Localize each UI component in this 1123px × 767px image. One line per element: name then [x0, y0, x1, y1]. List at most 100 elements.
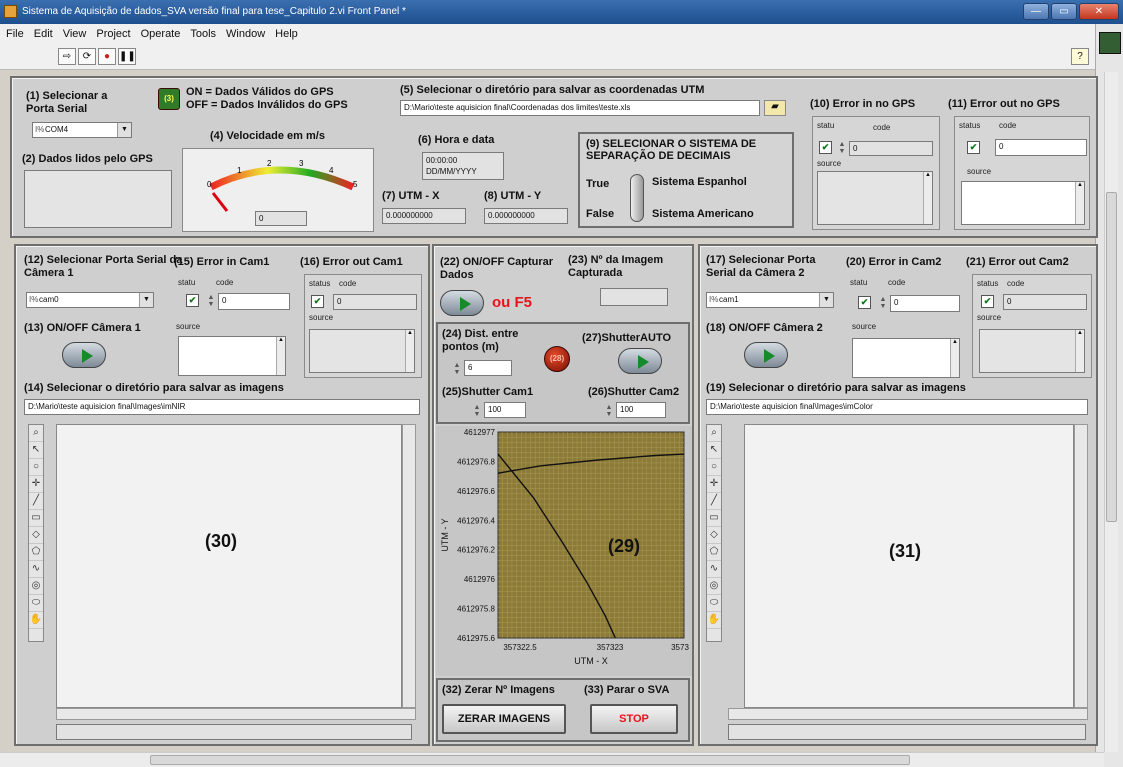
menu-project[interactable]: Project — [96, 24, 130, 44]
cam1-error-in-source[interactable]: ▲ — [178, 336, 286, 376]
gauge-tick: 0 — [207, 180, 212, 189]
gps-error-out-label: (11) Error out no GPS — [948, 98, 1060, 110]
run-icon[interactable]: ⇨ — [58, 48, 76, 65]
arrow-icon[interactable]: ↖ — [707, 442, 721, 459]
y-tick-label: 4612975.8 — [457, 605, 495, 614]
spin-icon[interactable]: ▲ ▼ — [837, 141, 847, 155]
cam2-onoff-button[interactable] — [744, 342, 788, 368]
status-check-icon[interactable]: ✔ — [819, 141, 832, 154]
rotated-rect-icon[interactable]: ◇ — [707, 527, 721, 544]
rect-icon[interactable]: ▭ — [29, 510, 43, 527]
freehand-icon[interactable]: ∿ — [29, 561, 43, 578]
shutter1-input[interactable]: 100 — [484, 402, 526, 418]
utm-dir-path[interactable]: D:\Mario\teste aquisicion final\Coordena… — [400, 100, 760, 116]
source-scrollbar[interactable]: ▲ — [1075, 182, 1084, 224]
chevron-down-icon[interactable]: ▼ — [139, 293, 153, 307]
vi-icon[interactable] — [1099, 32, 1121, 54]
cam1-dir-path[interactable]: D:\Mario\teste aquisicion final\Images\i… — [24, 399, 420, 415]
rect-icon[interactable]: ▭ — [707, 510, 721, 527]
abort-icon[interactable]: ● — [98, 48, 116, 65]
line-icon[interactable]: ╱ — [29, 493, 43, 510]
circle-icon[interactable]: ○ — [707, 459, 721, 476]
oval-icon[interactable]: ⬭ — [707, 595, 721, 612]
arrow-icon[interactable]: ↖ — [29, 442, 43, 459]
cam2-image-id: (31) — [889, 541, 922, 561]
source-text[interactable]: ▲ — [817, 171, 933, 225]
source-label: source — [967, 167, 992, 176]
decimal-toggle-switch[interactable] — [630, 174, 644, 222]
close-button[interactable]: ✕ — [1079, 3, 1119, 20]
pan-icon[interactable]: ✋ — [29, 612, 43, 629]
cam1-port-select[interactable]: I% cam0 ▼ — [26, 292, 154, 308]
cam1-image-vscroll[interactable] — [402, 424, 416, 708]
pause-icon[interactable]: ❚❚ — [118, 48, 136, 65]
cam2-image-vscroll[interactable] — [1074, 424, 1088, 708]
capture-onoff-button[interactable] — [440, 290, 484, 316]
freehand-icon[interactable]: ∿ — [707, 561, 721, 578]
cam1-image-hscroll[interactable] — [56, 708, 416, 720]
cam2-dir-path[interactable]: D:\Mario\teste aquisicion final\Images\i… — [706, 399, 1088, 415]
stop-button[interactable]: STOP — [590, 704, 678, 734]
line-icon[interactable]: ╱ — [707, 493, 721, 510]
pan-icon[interactable]: ✋ — [707, 612, 721, 629]
spin-icon[interactable]: ▲ ▼ — [452, 362, 462, 376]
cam2-port-select[interactable]: I% cam1 ▼ — [706, 292, 834, 308]
annulus-icon[interactable]: ◎ — [707, 578, 721, 595]
zoom-icon[interactable]: ⌕ — [707, 425, 721, 442]
cam2-error-in-source[interactable]: ▲ — [852, 338, 960, 378]
polygon-icon[interactable]: ⬠ — [707, 544, 721, 561]
cam1-onoff-button[interactable] — [62, 342, 106, 368]
source-scrollbar[interactable]: ▲ — [276, 337, 285, 375]
context-help-icon[interactable]: ? — [1071, 48, 1089, 65]
polygon-icon[interactable]: ⬠ — [29, 544, 43, 561]
distance-input[interactable]: 6 — [464, 360, 512, 376]
annulus-icon[interactable]: ◎ — [29, 578, 43, 595]
horizontal-scrollbar[interactable] — [0, 752, 1104, 767]
oval-icon[interactable]: ⬭ — [29, 595, 43, 612]
menu-help[interactable]: Help — [275, 24, 298, 44]
minimize-button[interactable]: — — [1023, 3, 1049, 20]
status-check-icon[interactable]: ✔ — [858, 296, 871, 309]
folder-browse-icon[interactable]: ▰ — [764, 100, 786, 116]
gps-port-select[interactable]: I% COM4 ▼ — [32, 122, 132, 138]
crosshair-icon[interactable]: ✛ — [29, 476, 43, 493]
spin-icon[interactable]: ▲ ▼ — [206, 294, 216, 308]
rotated-rect-icon[interactable]: ◇ — [29, 527, 43, 544]
source-scrollbar[interactable]: ▲ — [1075, 330, 1084, 372]
source-scrollbar[interactable]: ▲ — [950, 339, 959, 377]
maximize-button[interactable]: ▭ — [1051, 3, 1077, 20]
source-scrollbar[interactable]: ▲ — [923, 172, 932, 224]
cam2-image-display[interactable]: (31) — [744, 424, 1074, 708]
menu-tools[interactable]: Tools — [190, 24, 216, 44]
shutter-auto-button[interactable] — [618, 348, 662, 374]
capture-panel: (22) ON/OFF Capturar Dados ou F5 (23) Nº… — [432, 244, 694, 746]
spin-icon[interactable]: ▲ ▼ — [878, 296, 888, 310]
vertical-scrollbar[interactable] — [1104, 72, 1118, 752]
menu-file[interactable]: File — [6, 24, 24, 44]
menu-window[interactable]: Window — [226, 24, 265, 44]
time-date-label: (6) Hora e data — [418, 134, 495, 146]
cam2-image-hscroll[interactable] — [728, 708, 1088, 720]
vertical-scroll-thumb[interactable] — [1106, 192, 1117, 522]
status-check-icon[interactable]: ✔ — [186, 294, 199, 307]
crosshair-icon[interactable]: ✛ — [707, 476, 721, 493]
chevron-down-icon[interactable]: ▼ — [819, 293, 833, 307]
source-scrollbar[interactable]: ▲ — [405, 330, 414, 372]
menu-view[interactable]: View — [63, 24, 87, 44]
shutter2-input[interactable]: 100 — [616, 402, 666, 418]
zoom-icon[interactable]: ⌕ — [29, 425, 43, 442]
code-value[interactable]: 0 — [849, 141, 933, 156]
zero-images-button[interactable]: ZERAR IMAGENS — [442, 704, 566, 734]
spin-icon[interactable]: ▲ ▼ — [604, 404, 614, 418]
menu-operate[interactable]: Operate — [141, 24, 181, 44]
spin-icon[interactable]: ▲ ▼ — [472, 404, 482, 418]
chevron-down-icon[interactable]: ▼ — [117, 123, 131, 137]
horizontal-scroll-thumb[interactable] — [150, 755, 910, 765]
cam1-status-bar — [56, 724, 412, 740]
circle-icon[interactable]: ○ — [29, 459, 43, 476]
menu-edit[interactable]: Edit — [34, 24, 53, 44]
code-value[interactable]: 0 — [218, 293, 290, 310]
code-value[interactable]: 0 — [890, 295, 960, 312]
cam1-image-display[interactable]: (30) — [56, 424, 402, 708]
run-continuously-icon[interactable]: ⟳ — [78, 48, 96, 65]
